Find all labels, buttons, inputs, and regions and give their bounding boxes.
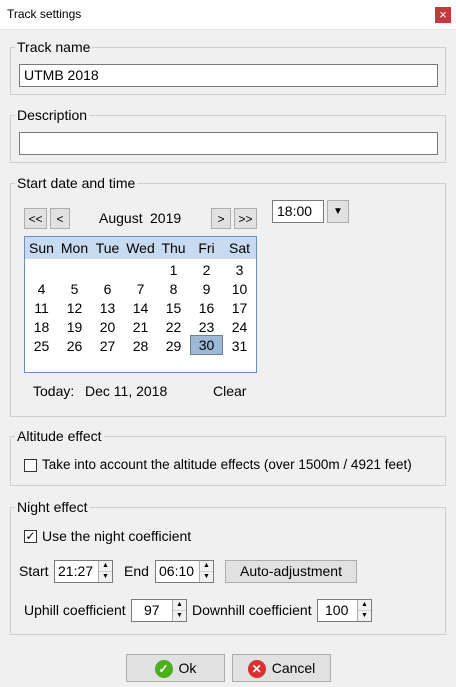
spin-arrows-icon[interactable]: ▲ ▼ <box>199 561 213 582</box>
checkmark-icon: ✓ <box>25 529 36 543</box>
weekday-fri: Fri <box>198 240 215 256</box>
spin-arrows-icon[interactable]: ▲ ▼ <box>357 600 371 621</box>
clear-link[interactable]: Clear <box>213 383 246 399</box>
calendar-day[interactable]: 4 <box>25 280 58 298</box>
spin-arrows-icon[interactable]: ▲ ▼ <box>172 600 186 621</box>
calendar-day[interactable]: 18 <box>25 318 58 336</box>
calendar-day[interactable]: 21 <box>124 318 157 336</box>
close-button[interactable]: × <box>435 7 451 23</box>
cancel-button[interactable]: ✕ Cancel <box>232 654 331 682</box>
night-checkbox-label[interactable]: Use the night coefficient <box>42 528 191 544</box>
calendar-day[interactable]: 13 <box>91 299 124 317</box>
calendar-day[interactable]: 24 <box>223 318 256 336</box>
calendar-day[interactable]: 31 <box>223 337 256 355</box>
calendar-day[interactable]: 25 <box>25 337 58 355</box>
ok-button[interactable]: ✓ Ok <box>126 654 225 682</box>
next-year-button[interactable]: >> <box>234 208 257 229</box>
downhill-coefficient-spinner[interactable]: 100 ▲ ▼ <box>317 599 372 622</box>
ok-label: Ok <box>178 660 197 676</box>
altitude-checkbox[interactable] <box>24 459 37 472</box>
weekday-thu: Thu <box>161 240 186 256</box>
x-icon: ✕ <box>247 660 266 679</box>
today-value[interactable]: Dec 11, 2018 <box>85 383 167 399</box>
uphill-coefficient-value[interactable]: 97 <box>144 602 160 618</box>
calendar-day[interactable]: 26 <box>58 337 91 355</box>
calendar-year: 2019 <box>150 210 182 226</box>
calendar-day[interactable]: 22 <box>157 318 190 336</box>
calendar-day[interactable]: 23 <box>190 318 223 336</box>
weekday-mon: Mon <box>60 240 89 256</box>
night-end-label: End <box>124 563 149 579</box>
calendar-day[interactable]: 28 <box>124 337 157 355</box>
prev-year-button[interactable]: << <box>24 208 47 229</box>
night-end-spinner[interactable]: 06:10 ▲ ▼ <box>155 560 214 583</box>
night-start-value[interactable]: 21:27 <box>58 563 93 579</box>
calendar-day[interactable]: 17 <box>223 299 256 317</box>
uphill-coefficient-spinner[interactable]: 97 ▲ ▼ <box>131 599 187 622</box>
description-input[interactable] <box>19 132 438 155</box>
track-name-legend: Track name <box>17 39 91 55</box>
night-start-spinner[interactable]: 21:27 ▲ ▼ <box>54 560 113 583</box>
calendar-day[interactable]: 7 <box>124 280 157 298</box>
calendar-day[interactable]: 10 <box>223 280 256 298</box>
uphill-coefficient-label: Uphill coefficient <box>24 602 126 618</box>
weekday-tue: Tue <box>95 240 120 256</box>
calendar-day[interactable]: 14 <box>124 299 157 317</box>
cancel-label: Cancel <box>271 660 316 676</box>
calendar-day[interactable]: 8 <box>157 280 190 298</box>
calendar-day[interactable]: 5 <box>58 280 91 298</box>
night-legend: Night effect <box>17 499 88 515</box>
calendar-month: August <box>99 210 143 226</box>
track-name-input[interactable]: UTMB 2018 <box>19 64 438 87</box>
downhill-coefficient-value[interactable]: 100 <box>325 602 348 618</box>
start-time-input[interactable]: 18:00 <box>272 200 324 223</box>
night-start-label: Start <box>19 563 49 579</box>
calendar-day[interactable]: 6 <box>91 280 124 298</box>
description-legend: Description <box>17 107 88 123</box>
calendar-day[interactable]: 3 <box>223 261 256 279</box>
altitude-legend: Altitude effect <box>17 428 102 444</box>
calendar-day[interactable]: 29 <box>157 337 190 355</box>
calendar-weekday-header: Sun Mon Tue Wed Thu Fri Sat <box>25 237 256 259</box>
calendar-day[interactable]: 16 <box>190 299 223 317</box>
prev-month-button[interactable]: < <box>50 208 70 229</box>
auto-adjustment-button[interactable]: Auto-adjustment <box>225 560 357 583</box>
calendar-day[interactable]: 19 <box>58 318 91 336</box>
weekday-sat: Sat <box>228 240 250 256</box>
spin-arrows-icon[interactable]: ▲ ▼ <box>98 561 112 582</box>
checkmark-icon: ✓ <box>154 660 173 679</box>
calendar-day[interactable]: 1 <box>157 261 190 279</box>
window-title: Track settings <box>7 7 82 21</box>
time-dropdown-button[interactable]: ▼ <box>327 200 349 223</box>
calendar-day[interactable]: 27 <box>91 337 124 355</box>
calendar-day[interactable]: 12 <box>58 299 91 317</box>
title-bar: Track settings × <box>0 0 456 30</box>
weekday-wed: Wed <box>126 240 155 256</box>
calendar-grid: Sun Mon Tue Wed Thu Fri Sat 1 2 3 4 5 6 … <box>24 236 257 373</box>
chevron-down-icon: ▼ <box>333 206 343 217</box>
night-end-value[interactable]: 06:10 <box>159 563 194 579</box>
altitude-checkbox-label[interactable]: Take into account the altitude effects (… <box>42 457 412 472</box>
calendar-day[interactable]: 11 <box>25 299 58 317</box>
calendar-day-selected[interactable]: 30 <box>190 335 223 355</box>
today-label: Today: <box>33 383 75 399</box>
calendar-day[interactable]: 9 <box>190 280 223 298</box>
calendar-day[interactable]: 2 <box>190 261 223 279</box>
calendar-day[interactable]: 20 <box>91 318 124 336</box>
downhill-coefficient-label: Downhill coefficient <box>192 602 312 618</box>
night-checkbox[interactable]: ✓ <box>24 530 37 543</box>
weekday-sun: Sun <box>29 240 54 256</box>
start-datetime-legend: Start date and time <box>17 175 136 191</box>
calendar-day[interactable]: 15 <box>157 299 190 317</box>
next-month-button[interactable]: > <box>211 208 231 229</box>
